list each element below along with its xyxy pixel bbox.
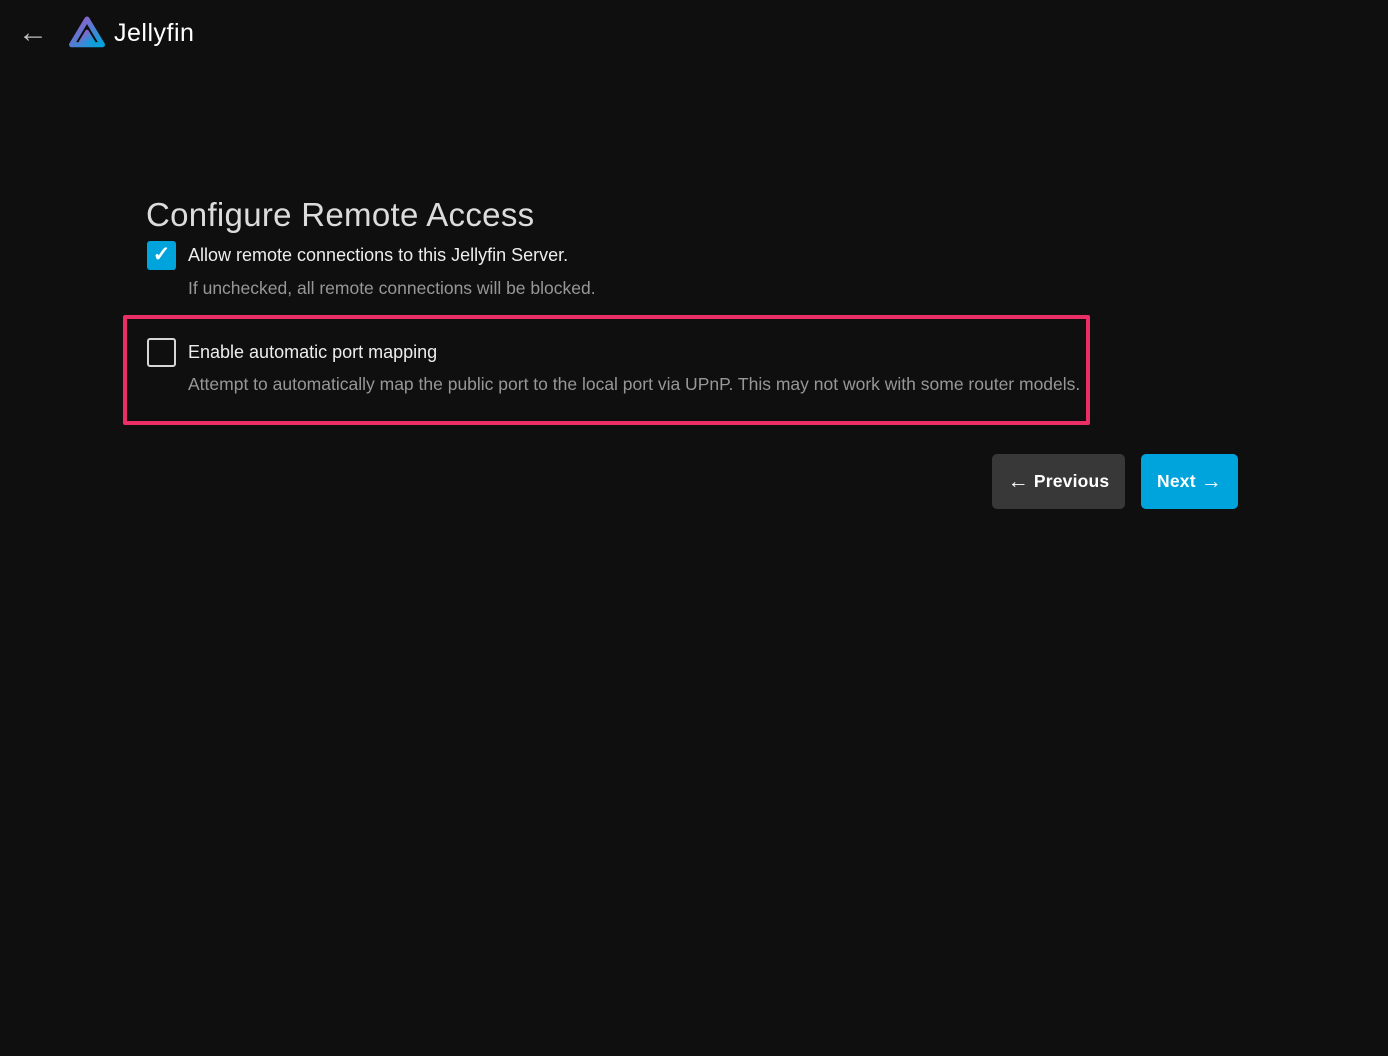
enable-port-mapping-checkbox[interactable] — [147, 338, 176, 367]
next-button[interactable]: Next → — [1141, 454, 1238, 509]
page-title: Configure Remote Access — [146, 196, 534, 234]
enable-port-mapping-description: Attempt to automatically map the public … — [188, 374, 1080, 395]
allow-remote-connections-checkbox[interactable]: ✓ — [147, 241, 176, 270]
back-button[interactable]: ← — [14, 14, 52, 52]
enable-port-mapping-label[interactable]: Enable automatic port mapping — [188, 342, 437, 363]
checkmark-icon: ✓ — [153, 244, 171, 265]
previous-button-label: Previous — [1034, 471, 1110, 492]
allow-remote-connections-label[interactable]: Allow remote connections to this Jellyfi… — [188, 245, 568, 266]
arrow-left-icon: ← — [1008, 471, 1029, 492]
back-arrow-icon: ← — [18, 16, 48, 49]
jellyfin-logo-icon — [65, 10, 109, 56]
brand-wordmark: Jellyfin — [114, 19, 194, 48]
highlight-annotation-box — [123, 315, 1090, 425]
next-button-label: Next — [1157, 471, 1196, 492]
allow-remote-connections-description: If unchecked, all remote connections wil… — [188, 278, 596, 299]
previous-button[interactable]: ← Previous — [992, 454, 1125, 509]
arrow-right-icon: → — [1201, 471, 1222, 492]
